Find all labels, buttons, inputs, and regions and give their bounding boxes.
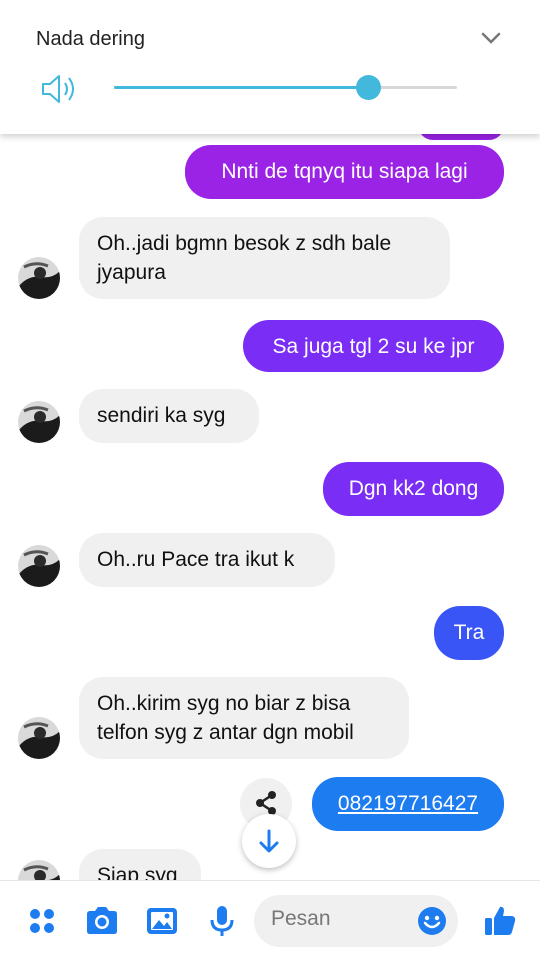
volume-slider[interactable]: [114, 75, 457, 100]
message-text-line: telfon syg z antar dgn mobil: [97, 721, 354, 744]
avatar-photo-icon: [18, 401, 60, 443]
avatar-photo-icon: [18, 545, 60, 587]
message-outgoing[interactable]: Tra: [434, 606, 504, 660]
gallery-icon[interactable]: [142, 901, 182, 941]
message-incoming[interactable]: Oh..kirim syg no biar z bisa telfon syg …: [79, 677, 409, 759]
volume-panel: Nada dering: [0, 0, 540, 134]
scroll-to-bottom-button[interactable]: [242, 814, 296, 868]
volume-title: Nada dering: [36, 28, 145, 50]
contact-avatar[interactable]: [18, 545, 60, 587]
message-text[interactable]: 082197716427: [338, 792, 478, 815]
message-text: Oh..ru Pace tra ikut k: [97, 548, 295, 571]
message-outgoing[interactable]: Dgn kk2 dong: [323, 462, 504, 516]
thumbs-up-icon[interactable]: [480, 901, 520, 941]
message-text: sendiri ka syg: [97, 404, 226, 427]
message-input[interactable]: Pesan: [254, 895, 458, 947]
contact-avatar[interactable]: [18, 401, 60, 443]
contact-avatar[interactable]: [18, 257, 60, 299]
speaker-icon[interactable]: [40, 72, 80, 106]
message-incoming[interactable]: Siap syg: [79, 849, 201, 880]
microphone-icon[interactable]: [202, 901, 242, 941]
message-incoming[interactable]: Oh..jadi bgmn besok z sdh bale jyapura: [79, 217, 450, 299]
phone-number-link[interactable]: 082197716427: [312, 777, 504, 831]
message-text: Nnti de tqnyq itu siapa lagi: [221, 160, 468, 183]
volume-slider-fill: [114, 86, 368, 89]
volume-slider-thumb[interactable]: [355, 75, 381, 100]
message-incoming[interactable]: Oh..ru Pace tra ikut k: [79, 533, 335, 587]
message-text-line: jyapura: [97, 261, 166, 284]
camera-icon[interactable]: [82, 901, 122, 941]
message-text-line: Oh..kirim syg no biar z bisa: [97, 692, 351, 715]
message-text-line: Oh..jadi bgmn besok z sdh bale: [97, 232, 392, 255]
contact-avatar[interactable]: [18, 717, 60, 759]
message-incoming[interactable]: sendiri ka syg: [79, 389, 259, 443]
chevron-down-icon[interactable]: [480, 30, 502, 46]
apps-icon[interactable]: [22, 901, 62, 941]
composer-bar: Pesan: [0, 880, 540, 961]
avatar-photo-icon: [18, 257, 60, 299]
message-text: Sa juga tgl 2 su ke jpr: [272, 335, 475, 358]
message-outgoing[interactable]: Nnti de tqnyq itu siapa lagi: [185, 145, 504, 199]
avatar-photo-icon: [18, 860, 60, 880]
message-text: Tra: [453, 621, 485, 644]
message-input-placeholder: Pesan: [271, 907, 331, 930]
avatar-photo-icon: [18, 717, 60, 759]
message-text: Dgn kk2 dong: [348, 477, 479, 500]
arrow-down-icon: [259, 829, 279, 853]
emoji-icon[interactable]: [417, 906, 447, 936]
message-outgoing[interactable]: Sa juga tgl 2 su ke jpr: [243, 320, 504, 372]
message-text: Siap syg: [97, 864, 178, 880]
contact-avatar[interactable]: [18, 860, 60, 880]
